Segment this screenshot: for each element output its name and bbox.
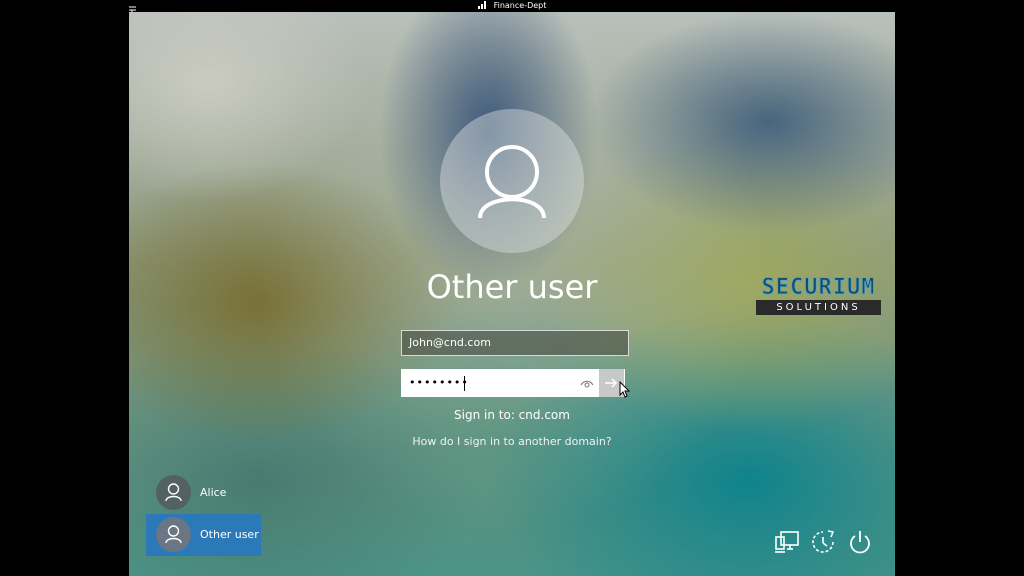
user-avatar: [440, 109, 584, 253]
sign-in-domain-text: Sign in to: cnd.com: [454, 408, 570, 422]
other-domain-help-link[interactable]: How do I sign in to another domain?: [129, 433, 895, 451]
avatar: [156, 517, 191, 552]
ease-of-access-icon[interactable]: [809, 528, 837, 556]
password-box: ••••••••: [401, 369, 625, 397]
user-tile-alice[interactable]: Alice: [146, 472, 261, 514]
rdp-title: Finance-Dept: [493, 1, 547, 10]
text-caret: [464, 376, 465, 391]
user-tile-other-user[interactable]: Other user: [146, 514, 261, 556]
mouse-cursor-icon: [619, 380, 631, 399]
arrow-right-icon: [605, 378, 618, 388]
user-icon: [478, 145, 546, 219]
user-icon: [165, 525, 182, 544]
connection-icon: [477, 1, 486, 9]
user-tile-label: Other user: [200, 528, 259, 541]
user-icon: [165, 483, 182, 502]
brand-tagline: SOLUTIONS: [756, 300, 881, 315]
power-icon[interactable]: [846, 528, 874, 556]
brand-name: SECURIUM: [761, 275, 876, 300]
user-tile-label: Alice: [200, 486, 227, 499]
reveal-password-icon[interactable]: [579, 376, 595, 390]
remote-desktop-window: Finance-Dept Other user John@cnd.com •••…: [0, 0, 1024, 576]
brand-watermark: SECURIUM SOLUTIONS: [756, 275, 881, 316]
password-field[interactable]: ••••••••: [402, 370, 598, 396]
avatar: [156, 475, 191, 510]
network-icon[interactable]: [773, 528, 801, 556]
lock-screen: Other user John@cnd.com •••••••• Sign in…: [129, 12, 895, 576]
email-field[interactable]: John@cnd.com: [401, 330, 629, 356]
rdp-title-bar: Finance-Dept: [0, 0, 1024, 14]
